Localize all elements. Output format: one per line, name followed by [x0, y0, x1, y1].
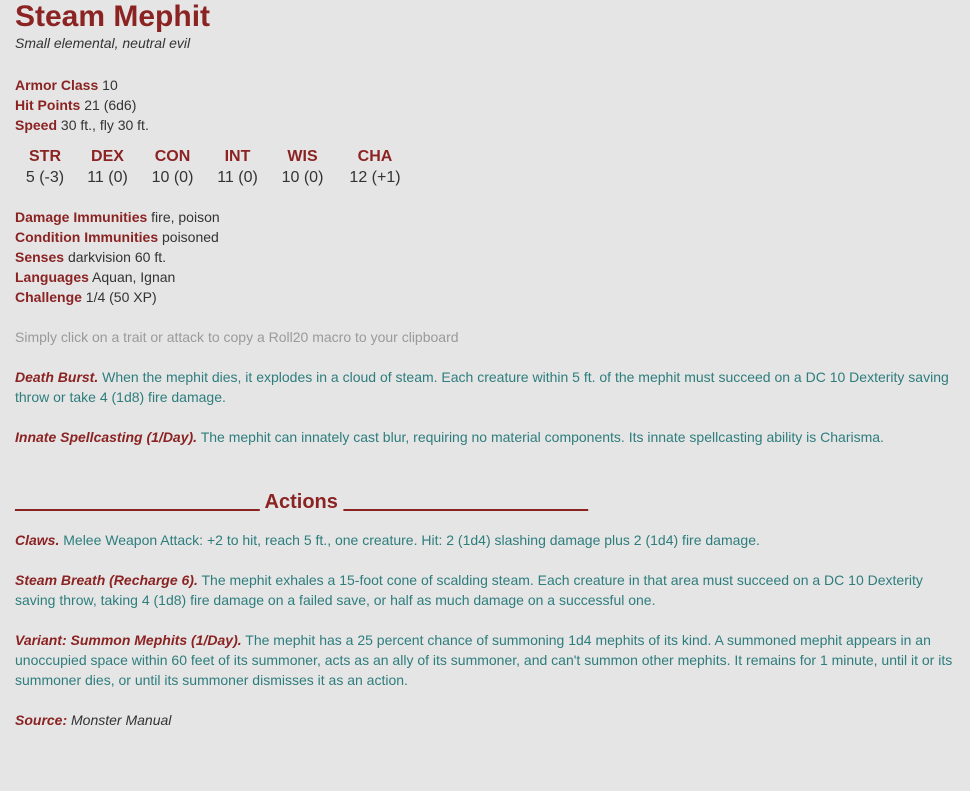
stat-hit-points: Hit Points 21 (6d6): [15, 95, 970, 115]
stat-speed: Speed 30 ft., fly 30 ft.: [15, 115, 970, 135]
ability-value: 5 (-3): [25, 169, 65, 186]
source-label: Source:: [15, 712, 68, 728]
stat-value: 21 (6d6): [84, 97, 137, 113]
heading-rule-left: ______________________: [15, 491, 260, 513]
detail-value: poisoned: [162, 229, 219, 245]
ability-value: 11 (0): [87, 169, 128, 186]
detail-damage-immunities: Damage Immunities fire, poison: [15, 207, 970, 227]
ability-name: DEX: [91, 148, 124, 165]
ability-value: 11 (0): [217, 169, 258, 186]
ability-name: STR: [29, 148, 61, 165]
ability-cha: CHA 12 (+1): [335, 147, 415, 189]
detail-value: 1/4 (50 XP): [85, 289, 157, 305]
trait-name: Death Burst.: [15, 369, 99, 385]
detail-value: darkvision 60 ft.: [67, 249, 166, 265]
ability-name: CHA: [357, 148, 393, 165]
detail-condition-immunities: Condition Immunities poisoned: [15, 227, 970, 247]
ability-dex: DEX 11 (0): [75, 147, 140, 189]
ability-name: WIS: [287, 148, 318, 165]
stat-armor-class: Armor Class 10: [15, 75, 970, 95]
action-text: Melee Weapon Attack: +2 to hit, reach 5 …: [63, 532, 760, 548]
trait-innate-spellcasting[interactable]: Innate Spellcasting (1/Day). The mephit …: [15, 427, 970, 447]
ability-str: STR 5 (-3): [15, 147, 75, 189]
action-name: Claws.: [15, 532, 60, 548]
trait-text: When the mephit dies, it explodes in a c…: [15, 369, 949, 405]
stat-label: Armor Class: [15, 77, 99, 93]
stat-value: 10: [102, 77, 118, 93]
stat-value: 30 ft., fly 30 ft.: [60, 117, 149, 133]
trait-text: The mephit can innately cast blur, requi…: [200, 429, 884, 445]
detail-label: Damage Immunities: [15, 209, 148, 225]
action-summon-mephits[interactable]: Variant: Summon Mephits (1/Day). The mep…: [15, 630, 970, 690]
ability-value: 12 (+1): [349, 169, 401, 186]
ability-name: INT: [224, 148, 251, 165]
detail-label: Languages: [15, 269, 89, 285]
defense-details: Damage Immunities fire, poison Condition…: [15, 207, 970, 307]
source-line: Source: Monster Manual: [15, 710, 970, 730]
detail-label: Condition Immunities: [15, 229, 159, 245]
stat-label: Hit Points: [15, 97, 81, 113]
ability-wis: WIS 10 (0): [270, 147, 335, 189]
ability-value: 10 (0): [281, 169, 324, 186]
detail-label: Challenge: [15, 289, 82, 305]
ability-int: INT 11 (0): [205, 147, 270, 189]
trait-death-burst[interactable]: Death Burst. When the mephit dies, it ex…: [15, 367, 970, 407]
detail-label: Senses: [15, 249, 65, 265]
detail-value: Aquan, Ignan: [92, 269, 176, 285]
ability-scores: STR 5 (-3) DEX 11 (0) CON 10 (0) INT 11 (0) …: [15, 147, 970, 189]
monster-name: Steam Mephit: [15, 0, 211, 33]
detail-senses: Senses darkvision 60 ft.: [15, 247, 970, 267]
stat-block: Steam Mephit Small elemental, neutral ev…: [0, 0, 970, 730]
stat-label: Speed: [15, 117, 58, 133]
ability-con: CON 10 (0): [140, 147, 205, 189]
action-steam-breath[interactable]: Steam Breath (Recharge 6). The mephit ex…: [15, 570, 970, 610]
action-claws[interactable]: Claws. Melee Weapon Attack: +2 to hit, r…: [15, 530, 970, 550]
action-name: Steam Breath (Recharge 6).: [15, 572, 198, 588]
ability-name: CON: [154, 148, 191, 165]
heading-rule-right: ______________________: [343, 491, 589, 513]
core-stats: Armor Class 10 Hit Points 21 (6d6) Speed…: [15, 75, 970, 135]
ability-value: 10 (0): [151, 169, 194, 186]
detail-challenge: Challenge 1/4 (50 XP): [15, 287, 970, 307]
monster-type: Small elemental, neutral evil: [15, 35, 191, 51]
roll20-hint: Simply click on a trait or attack to cop…: [15, 329, 459, 345]
trait-name: Innate Spellcasting (1/Day).: [15, 429, 198, 445]
actions-heading: ______________________ Actions _________…: [15, 488, 970, 516]
detail-languages: Languages Aquan, Ignan: [15, 267, 970, 287]
actions-heading-label: Actions: [264, 491, 338, 513]
action-name: Variant: Summon Mephits (1/Day).: [15, 632, 242, 648]
source-value: Monster Manual: [71, 712, 172, 728]
detail-value: fire, poison: [151, 209, 220, 225]
